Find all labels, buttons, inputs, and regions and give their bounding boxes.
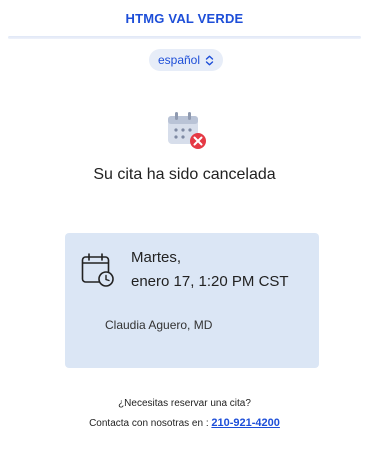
cancellation-message: Su cita ha sido cancelada	[93, 166, 276, 183]
language-selector[interactable]: español	[149, 49, 223, 71]
contact-prefix: Contacta con nosotras en :	[89, 418, 209, 429]
app-header: HTMG VAL VERDE	[0, 0, 369, 34]
calendar-clock-icon	[81, 253, 114, 287]
phone-link[interactable]: 210-921-4200	[211, 417, 280, 429]
header-divider	[8, 36, 361, 39]
contact-line: Contacta con nosotras en : 210-921-4200	[0, 417, 369, 429]
appointment-day: Martes,	[131, 249, 182, 266]
booking-question: ¿Necesitas reservar una cita?	[118, 398, 251, 409]
brand-title: HTMG VAL VERDE	[125, 10, 244, 26]
appointment-datetime: enero 17, 1:20 PM CST	[131, 273, 289, 290]
language-label: español	[157, 53, 201, 67]
appointment-card: Martes, enero 17, 1:20 PM CST Claudia Ag…	[65, 233, 319, 368]
appointment-provider: Claudia Aguero, MD	[105, 318, 213, 332]
chevron-updown-icon	[205, 55, 214, 65]
calendar-cancel-icon	[168, 112, 206, 149]
